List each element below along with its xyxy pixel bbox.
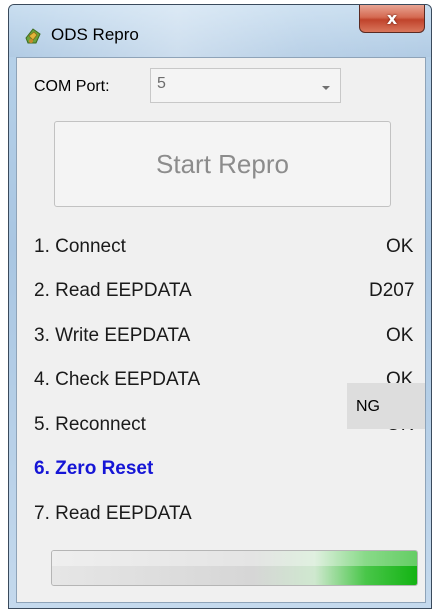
- step-5-label: 5. Reconnect: [34, 414, 146, 435]
- progress-bar: [51, 550, 418, 586]
- step-6-label: 6. Zero Reset: [34, 458, 154, 479]
- step-1-label: 1. Connect: [34, 236, 126, 257]
- start-repro-button[interactable]: Start Repro: [54, 121, 391, 207]
- step-6-status: NG: [356, 398, 380, 415]
- com-port-select[interactable]: 5: [150, 68, 341, 103]
- step-2-label: 2. Read EEPDATA: [34, 280, 192, 301]
- app-window: ODS Repro x COM Port: 5 Start Repro 1. C…: [8, 4, 432, 609]
- window-title: ODS Repro: [51, 25, 139, 44]
- client-area: COM Port: 5 Start Repro 1. Connect OK 2.…: [16, 57, 426, 603]
- com-port-value: 5: [157, 75, 166, 92]
- com-port-label: COM Port:: [34, 78, 110, 95]
- step-3-label: 3. Write EEPDATA: [34, 325, 191, 346]
- close-button[interactable]: x: [359, 5, 425, 33]
- step-4-label: 4. Check EEPDATA: [34, 369, 201, 390]
- step-2-status: D207: [369, 280, 415, 301]
- title-bar[interactable]: ODS Repro x: [9, 5, 431, 57]
- chevron-down-icon: [322, 86, 330, 90]
- app-icon: [25, 28, 41, 44]
- step-1-status: OK: [386, 236, 414, 257]
- step-7-label: 7. Read EEPDATA: [34, 503, 192, 524]
- step-3-status: OK: [386, 325, 414, 346]
- progress-fill: [52, 551, 417, 585]
- close-icon: x: [386, 9, 398, 28]
- start-repro-label: Start Repro: [156, 148, 289, 179]
